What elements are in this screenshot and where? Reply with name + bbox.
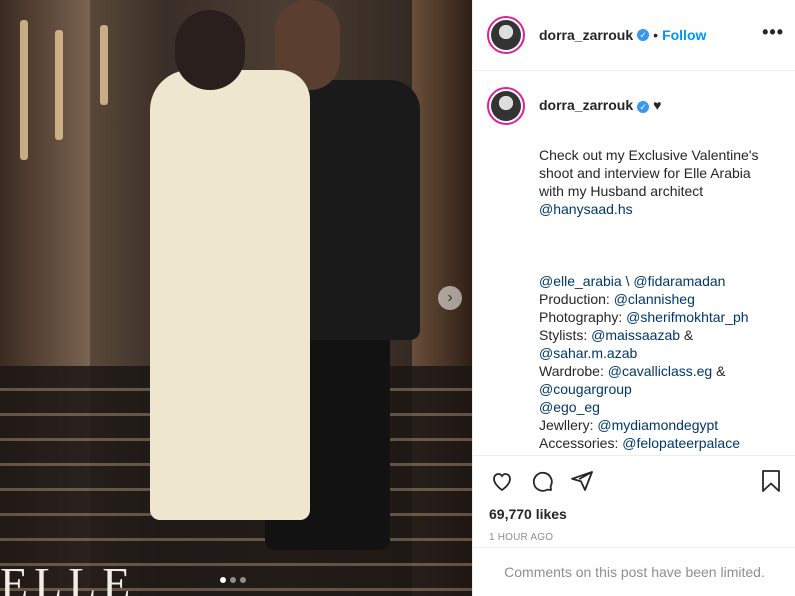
credit-suffix: & <box>712 363 726 379</box>
photo-woman-head <box>175 10 245 90</box>
post-sidebar: dorra_zarrouk ✓ • Follow ••• dorra_zarro… <box>472 0 795 596</box>
photo-brand-text: ELLE <box>0 558 137 596</box>
avatar-image <box>491 91 521 121</box>
mention-link[interactable]: @cavalliclass.eg <box>608 363 712 379</box>
caption-intro-text: Check out my Exclusive Valentine's shoot… <box>539 147 759 199</box>
bookmark-icon[interactable] <box>758 468 784 494</box>
credit-label: Photography: <box>539 309 627 325</box>
verified-badge-icon: ✓ <box>637 101 650 113</box>
comment-icon[interactable] <box>529 468 555 494</box>
photo-woman-coat <box>150 70 310 520</box>
credit-line: @ego_eg <box>539 398 779 416</box>
avatar-image <box>491 20 521 50</box>
share-icon[interactable] <box>569 468 595 494</box>
mention-link[interactable]: @mydiamondegypt <box>597 417 718 433</box>
caption-header: dorra_zarrouk ✓ ♥ <box>539 96 779 114</box>
post-image[interactable]: ELLE › <box>0 0 472 596</box>
post-header: dorra_zarrouk ✓ • Follow ••• <box>473 0 795 71</box>
mention-link[interactable]: @ego_eg <box>539 399 600 415</box>
credit-suffix: & <box>680 327 694 343</box>
avatar[interactable] <box>487 16 525 54</box>
mention-link[interactable]: @fidaramadan <box>633 273 725 289</box>
credit-label: Accessories: <box>539 435 623 451</box>
credit-line: Photography: @sherifmokhtar_ph <box>539 308 779 326</box>
caption-avatar[interactable] <box>487 87 525 125</box>
mention-link[interactable]: @sherifmokhtar_ph <box>626 309 748 325</box>
mention-link[interactable]: @clannisheg <box>614 291 695 307</box>
credit-line: Accessories: @felopateerpalace <box>539 434 779 452</box>
actions-panel: 69,770 likes 1 HOUR AGO Comments on this… <box>473 455 795 596</box>
follow-button[interactable]: Follow <box>662 27 706 43</box>
photo-lamp <box>55 30 63 140</box>
likes-count[interactable]: 69,770 likes <box>473 494 795 522</box>
credits-list: @elle_arabia \ @fidaramadan Production: @… <box>539 272 779 454</box>
credit-line: Jewllery: @mydiamondegypt <box>539 416 779 434</box>
action-icons <box>473 456 795 494</box>
post-timestamp[interactable]: 1 HOUR AGO <box>473 522 795 543</box>
heart-icon[interactable] <box>489 468 515 494</box>
caption-text: Check out my Exclusive Valentine's shoot… <box>539 128 779 454</box>
comments-limited-notice: Comments on this post have been limited. <box>473 547 795 596</box>
credit-label: Jewllery: <box>539 417 598 433</box>
credit-line: @cougargroup <box>539 380 779 398</box>
credit-label: Makeup: <box>539 453 597 454</box>
mention-link[interactable]: @maissaazab <box>591 327 680 343</box>
header-username[interactable]: dorra_zarrouk <box>539 27 633 43</box>
credit-label: Stylists: <box>539 327 592 343</box>
credit-line: Makeup: @shariftanyous <box>539 452 779 454</box>
carousel-dot-active <box>220 577 226 583</box>
caption-username[interactable]: dorra_zarrouk <box>539 97 633 113</box>
more-options-icon[interactable]: ••• <box>762 22 784 43</box>
mention-link[interactable]: @shariftanyous <box>597 453 694 454</box>
caption-heart: ♥ <box>653 97 662 113</box>
credit-line: Wardrobe: @cavalliclass.eg & <box>539 362 779 380</box>
header-separator: • <box>653 27 659 43</box>
mention-link[interactable]: @felopateerpalace <box>622 435 740 451</box>
carousel-dot <box>240 577 246 583</box>
caption-body: dorra_zarrouk ✓ ♥ Check out my Exclusive V… <box>539 96 779 454</box>
credit-line: @sahar.m.azab <box>539 344 779 362</box>
caption-area: dorra_zarrouk ✓ ♥ Check out my Exclusive V… <box>473 71 795 454</box>
carousel-dots <box>220 577 246 583</box>
next-image-button[interactable]: › <box>438 286 462 310</box>
mention-link[interactable]: @sahar.m.azab <box>539 345 637 361</box>
credit-label: Production: <box>539 291 614 307</box>
credit-label: Wardrobe: <box>539 363 608 379</box>
mention-link[interactable]: @elle_arabia \ <box>539 273 633 289</box>
mention-link[interactable]: @cougargroup <box>539 381 632 397</box>
caption-intro: Check out my Exclusive Valentine's shoot… <box>539 146 779 218</box>
carousel-dot <box>230 577 236 583</box>
credit-line: @elle_arabia \ @fidaramadan <box>539 272 779 290</box>
caption-row: dorra_zarrouk ✓ ♥ Check out my Exclusive V… <box>473 71 795 454</box>
photo-lamp <box>100 25 108 105</box>
verified-badge-icon: ✓ <box>637 29 650 41</box>
mention-link[interactable]: @hanysaad.hs <box>539 201 633 217</box>
credit-line: Stylists: @maissaazab & <box>539 326 779 344</box>
credit-line: Production: @clannisheg <box>539 290 779 308</box>
photo-lamp <box>20 20 28 160</box>
